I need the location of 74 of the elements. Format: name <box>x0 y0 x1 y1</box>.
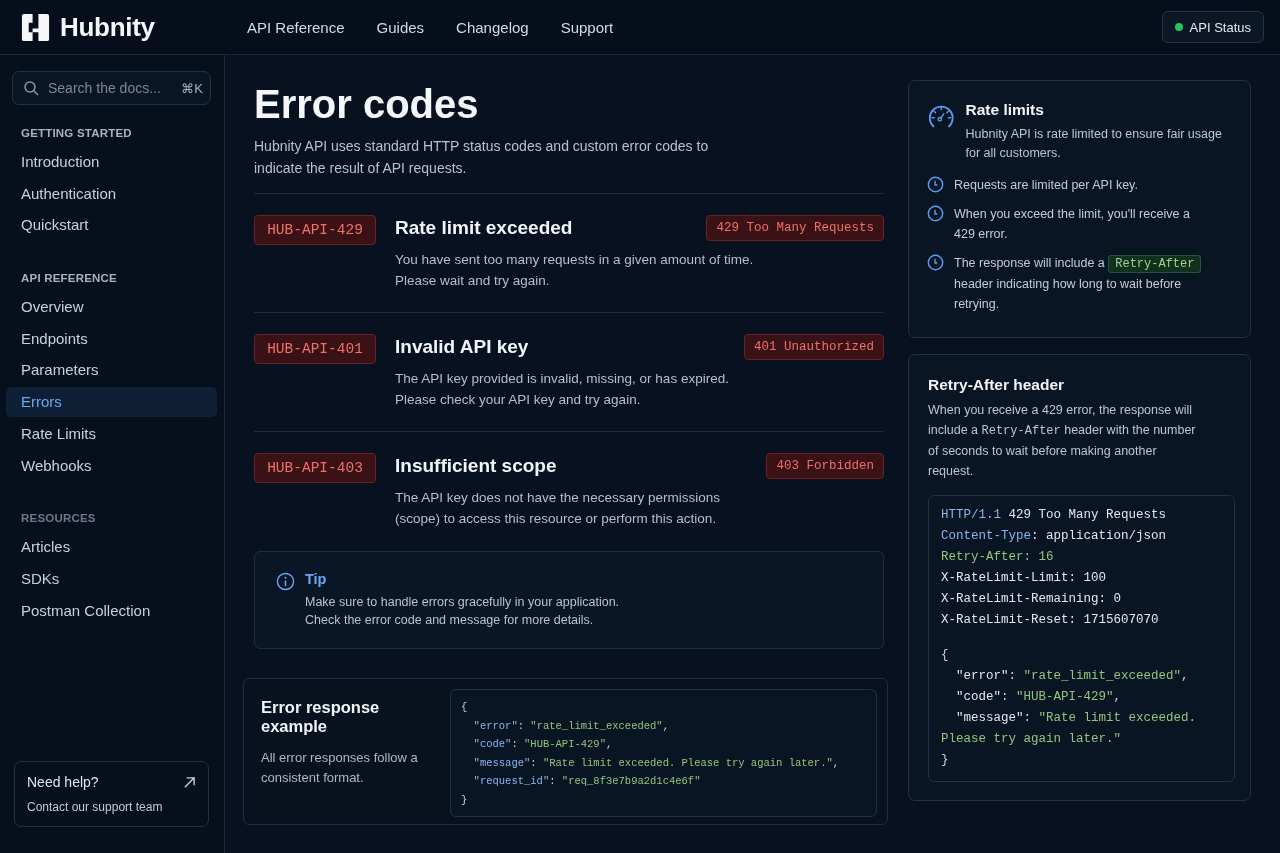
error-title: Insufficient scope <box>395 455 557 477</box>
sidebar-item[interactable]: Errors <box>6 387 217 418</box>
help-title: Need help? <box>27 774 99 790</box>
tip-title: Tip <box>305 571 328 587</box>
error-code: HUB-API-403 <box>254 453 376 483</box>
code-line: "message": "Rate limit exceeded. Please try again later.", <box>472 755 841 771</box>
sidebar-item[interactable]: Parameters <box>6 355 217 386</box>
code-line: { <box>941 647 950 664</box>
code-line: "error": "rate_limit_exceeded", <box>955 668 1190 685</box>
brand-name[interactable]: Hubnity <box>60 11 155 43</box>
card-title: Retry-After header <box>928 376 1066 394</box>
clock-icon <box>927 205 944 222</box>
status-badge: 403 Forbidden <box>766 453 884 479</box>
code-line: "code": "HUB-API-429", <box>472 737 614 753</box>
code-line: Content-Type: application/json <box>941 528 1168 545</box>
example-title: Error response example <box>261 698 381 736</box>
sidebar-item[interactable]: Postman Collection <box>6 595 217 626</box>
sidebar-item[interactable]: Overview <box>6 292 217 323</box>
code-line: X-RateLimit-Reset: 1715607070 <box>941 612 1160 629</box>
tip-text: Make sure to handle errors gracefully in your application. Check the error code and message for more details. <box>305 594 620 629</box>
section-heading: RESOURCES <box>20 512 97 525</box>
error-title: Rate limit exceeded <box>395 217 573 239</box>
section-heading: API REFERENCE <box>20 272 118 285</box>
code-line: { <box>461 700 469 715</box>
code-line: Retry-After: 16 <box>941 549 1055 566</box>
code-line: "message": "Rate limit exceeded. Please try again later." <box>941 710 1198 748</box>
code-line: "code": "HUB-API-429", <box>955 689 1123 706</box>
sidebar-item[interactable]: Articles <box>6 532 217 563</box>
intro-text: Hubnity API uses standard HTTP status codes and custom error codes to indicate the result of API requests. <box>254 137 710 178</box>
nav-link[interactable]: API Reference <box>247 18 345 36</box>
page-title: Error codes <box>254 81 480 128</box>
clock-icon <box>927 254 944 271</box>
external-link-icon <box>183 775 196 789</box>
rate-limit-point: Requests are limited per API key. <box>954 177 1138 194</box>
clock-icon <box>927 176 944 193</box>
rate-limit-point: The response will include a Retry-After header indicating how long to wait before retrying. <box>954 253 1209 314</box>
example-text: All error responses follow a consistent format. <box>261 749 419 787</box>
card-text: Hubnity API is rate limited to ensure fair usage for all customers. <box>965 126 1223 162</box>
logo-icon <box>20 11 51 43</box>
code-line: X-RateLimit-Limit: 100 <box>941 570 1108 587</box>
code-line: "error": "rate_limit_exceeded", <box>472 718 670 734</box>
sidebar-item[interactable]: Introduction <box>6 147 217 177</box>
nav-link[interactable]: Guides <box>376 18 425 36</box>
code-line: } <box>941 752 950 769</box>
help-card[interactable]: Need help? Contact our support team <box>14 761 209 827</box>
card-title: Rate limits <box>965 101 1045 119</box>
code-line: "request_id": "req_8f3e7b9a2d1c4e6f" <box>472 774 702 790</box>
error-code: HUB-API-401 <box>254 334 376 364</box>
code-line: } <box>461 792 469 808</box>
error-title: Invalid API key <box>395 336 529 358</box>
info-icon <box>276 572 295 591</box>
section-heading: GETTING STARTED <box>20 127 133 139</box>
help-text: Contact our support team <box>27 800 164 814</box>
status-button[interactable]: API Status <box>1161 11 1264 43</box>
error-description: You have sent too many requests in a given amount of time. Please wait and try again. <box>395 251 755 290</box>
nav-link[interactable]: Changelog <box>456 18 529 36</box>
code-line: X-RateLimit-Remaining: 0 <box>941 591 1123 608</box>
error-description: The API key does not have the necessary permissions (scope) to access this resource or perform this action. <box>395 489 721 528</box>
status-badge: 401 Unauthorized <box>743 334 884 360</box>
search-icon <box>23 80 39 96</box>
shortcut-hint: ⌘K <box>181 81 203 96</box>
rate-limit-point: When you exceed the limit, you'll receive a 429 error. <box>954 206 1191 243</box>
sidebar-item[interactable]: Quickstart <box>6 210 217 241</box>
error-code: HUB-API-429 <box>254 215 376 245</box>
sidebar-item[interactable]: SDKs <box>6 563 217 594</box>
card-text: When you receive a 429 error, the response will include a Retry-After header with the number of seconds to wait before making another request. <box>928 402 1197 480</box>
error-description: The API key provided is invalid, missing, or has expired. Please check your API key and try again. <box>395 370 730 409</box>
sidebar-item[interactable]: Rate Limits <box>6 418 217 449</box>
sidebar-item[interactable]: Endpoints <box>6 323 217 354</box>
nav-link[interactable]: Support <box>560 18 614 36</box>
sidebar-item[interactable]: Webhooks <box>6 450 217 481</box>
status-badge: 429 Too Many Requests <box>706 215 884 241</box>
sidebar-item[interactable]: Authentication <box>6 178 217 209</box>
code-line: HTTP/1.1 429 Too Many Requests <box>941 507 1168 524</box>
